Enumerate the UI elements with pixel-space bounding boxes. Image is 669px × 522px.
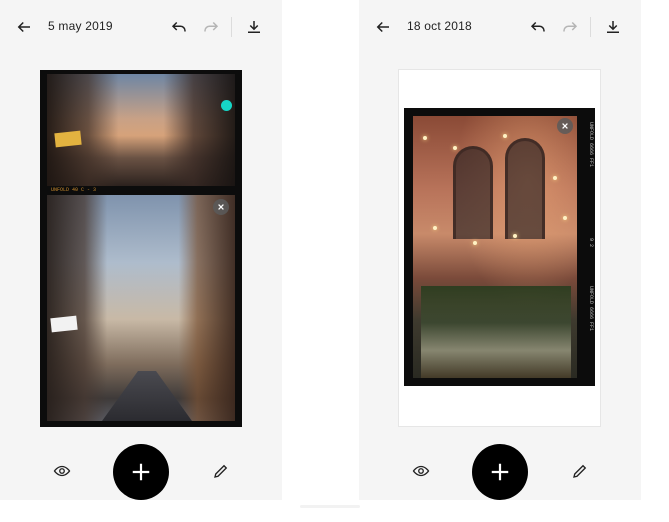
string-light [433,226,437,230]
photo-frame-top[interactable] [47,74,235,186]
film-side-label: UNFOLD 6666 FF1 [588,286,594,332]
top-bar: 18 oct 2018 [359,0,641,55]
redo-icon[interactable] [556,13,584,41]
eye-icon[interactable] [407,457,435,485]
plus-icon [132,463,150,481]
top-bar: 5 may 2019 [0,0,282,55]
editor-screen-left: 5 may 2019 UNFOLD 40 C - 3 [0,0,282,500]
street-sign [54,130,82,148]
close-icon[interactable] [213,199,229,215]
story-canvas: UNFOLD 40 C - 3 [40,70,242,427]
toolbar-divider [231,17,232,37]
toolbar-divider [590,17,591,37]
pencil-icon[interactable] [566,457,594,485]
undo-icon[interactable] [524,13,552,41]
window-arch [505,138,545,239]
street-sign [50,315,78,333]
string-light [423,136,427,140]
bottom-bar [359,440,641,500]
film-strip-label: UNFOLD 40 C - 3 [51,187,97,193]
string-light [453,146,457,150]
back-arrow-icon[interactable] [369,13,397,41]
film-strip-bottom [47,421,235,427]
film-frame: UNFOLD 6666 FF1 9 2 UNFOLD 6666 FF1 [404,108,595,386]
window-arch [453,146,493,239]
pencil-icon[interactable] [207,457,235,485]
undo-icon[interactable] [165,13,193,41]
string-light [503,134,507,138]
add-button[interactable] [113,444,169,500]
story-canvas-polaroid: UNFOLD 6666 FF1 9 2 UNFOLD 6666 FF1 [399,70,600,426]
string-light [553,176,557,180]
bottom-bar [0,440,282,500]
photo-frame-bottom[interactable] [47,195,235,421]
download-icon[interactable] [599,13,627,41]
photo-frame[interactable] [413,116,577,378]
download-icon[interactable] [240,13,268,41]
plant-shelves [421,286,571,378]
back-arrow-icon[interactable] [10,13,38,41]
string-light [513,234,517,238]
add-button[interactable] [472,444,528,500]
project-date: 18 oct 2018 [407,19,472,33]
string-light [473,241,477,245]
string-light [563,216,567,220]
close-icon[interactable] [557,118,573,134]
redo-icon[interactable] [197,13,225,41]
eye-icon[interactable] [48,457,76,485]
plus-icon [491,463,509,481]
color-dot [221,100,232,111]
divider [300,505,360,508]
road-graphic [102,371,192,421]
film-side-label: UNFOLD 6666 FF1 [588,122,594,168]
film-side-label: 9 2 [588,238,594,248]
project-date: 5 may 2019 [48,19,113,33]
